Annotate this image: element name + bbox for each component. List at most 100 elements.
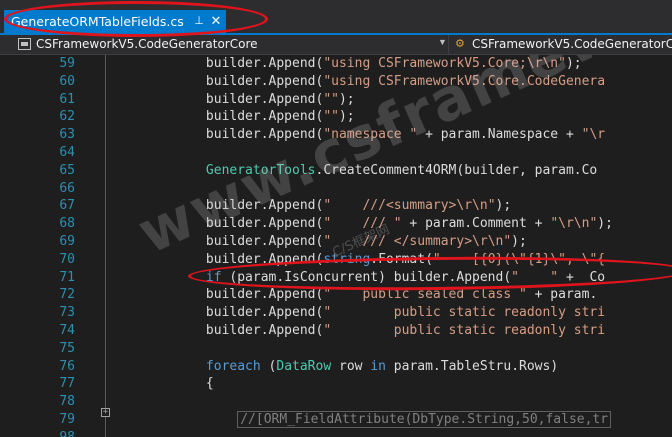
code-token: in bbox=[370, 358, 386, 374]
code-line[interactable]: foreach (DataRow row in param.TableStru.… bbox=[112, 358, 672, 376]
line-number: 73 bbox=[59, 305, 75, 321]
chevron-down-icon[interactable]: ▼ bbox=[438, 37, 447, 47]
code-token: "using CSFrameworkV5.Core.CodeGenera bbox=[323, 73, 606, 89]
line-number: 71 bbox=[59, 269, 75, 285]
code-token: "namespace " bbox=[323, 127, 418, 143]
line-number: 65 bbox=[59, 162, 75, 178]
code-line[interactable] bbox=[112, 340, 672, 358]
code-line[interactable] bbox=[112, 180, 672, 198]
code-token: " ///<summary>\r\n" bbox=[323, 198, 496, 214]
code-token: builder.Append( bbox=[112, 287, 324, 303]
project-dropdown[interactable]: CSFrameworkV5.CodeGeneratorCore ▼ bbox=[0, 35, 448, 54]
code-line[interactable]: if (param.IsConcurrent) builder.Append("… bbox=[112, 269, 672, 287]
line-number: 76 bbox=[59, 358, 75, 374]
class-icon: ⚙ bbox=[455, 38, 465, 50]
code-token: (param.IsConcurrent) builder.Append( bbox=[221, 269, 512, 285]
code-token: builder.Append( bbox=[112, 216, 324, 232]
line-number: 64 bbox=[59, 144, 75, 160]
csharp-project-icon bbox=[18, 38, 31, 50]
line-number: 75 bbox=[59, 340, 75, 356]
code-token: builder.Append( bbox=[112, 56, 324, 71]
code-token: "using CSFrameworkV5.Core;\r\n" bbox=[323, 56, 566, 71]
tab-generate-orm-table-fields[interactable]: GenerateORMTableFields.cs ⊥ ✕ bbox=[4, 10, 226, 33]
code-line[interactable]: GeneratorTools.CreateComment4ORM(builder… bbox=[112, 162, 672, 180]
close-icon[interactable]: ✕ bbox=[209, 13, 223, 29]
line-number: 68 bbox=[59, 216, 75, 232]
code-line[interactable]: builder.Append(" public static readonly … bbox=[112, 322, 672, 340]
code-token: { bbox=[112, 376, 214, 392]
code-token: GeneratorTools bbox=[112, 162, 316, 178]
code-token: if bbox=[112, 269, 222, 285]
code-line[interactable]: builder.Append(" ///<summary>\r\n"); bbox=[112, 197, 672, 215]
code-line[interactable]: builder.Append(" /// " + param.Comment +… bbox=[112, 215, 672, 233]
code-token: "\r\n" bbox=[550, 216, 598, 232]
code-token: builder.Append( bbox=[112, 305, 324, 321]
line-number: 77 bbox=[59, 376, 75, 392]
code-token: row bbox=[331, 358, 371, 374]
collapsed-region[interactable]: //[ORM_FieldAttribute(DbType.String,50,f… bbox=[237, 410, 612, 428]
tab-title: GenerateORMTableFields.cs bbox=[11, 14, 184, 29]
line-number: 63 bbox=[59, 127, 75, 143]
code-editor[interactable]: 59 60 61 62 63 64 65 66 67 68 69 70 71 72 73 74 75 76 77 78… bbox=[0, 55, 672, 437]
code-line[interactable] bbox=[112, 144, 672, 162]
code-line[interactable]: builder.Append(string.Format(" [{0}(\"{1… bbox=[112, 251, 672, 269]
document-tab-strip: GenerateORMTableFields.cs ⊥ ✕ bbox=[0, 0, 672, 33]
code-line[interactable]: { bbox=[112, 375, 672, 393]
line-number: 74 bbox=[59, 322, 75, 338]
code-line[interactable]: builder.Append(" public static readonly … bbox=[112, 304, 672, 322]
code-line[interactable]: builder.Append(""); bbox=[112, 108, 672, 126]
code-line[interactable]: builder.Append(" public sealed class " +… bbox=[112, 286, 672, 304]
code-line[interactable]: builder.Append("namespace " + param.Name… bbox=[112, 126, 672, 144]
code-token: " public static readonly stri bbox=[323, 305, 606, 321]
code-token: ); bbox=[338, 91, 355, 107]
code-token: ); bbox=[511, 233, 527, 249]
code-token: builder.Append( bbox=[112, 198, 324, 214]
line-number: 70 bbox=[59, 251, 75, 267]
code-token: .Format( bbox=[370, 251, 433, 267]
line-number: 79 bbox=[59, 411, 75, 427]
code-token: " public sealed class " bbox=[323, 287, 527, 303]
navigation-bar: CSFrameworkV5.CodeGeneratorCore ▼ ⚙ CSFr… bbox=[0, 35, 672, 55]
expand-outline-icon[interactable]: + bbox=[101, 408, 110, 417]
code-line[interactable]: //[ORM_FieldAttribute(DbType.String,50,f… bbox=[112, 410, 672, 429]
code-token: builder.Append( bbox=[112, 127, 324, 143]
code-line[interactable]: builder.Append("using CSFrameworkV5.Core… bbox=[112, 73, 672, 91]
code-line[interactable] bbox=[112, 429, 672, 437]
code-token: ); bbox=[565, 56, 582, 71]
code-token: " [{0}(\"{1}\", \"{ bbox=[432, 251, 606, 267]
code-token: ); bbox=[597, 216, 613, 232]
code-token: " /// " bbox=[323, 216, 402, 232]
line-number: 67 bbox=[59, 198, 75, 214]
code-token: builder.Append( bbox=[112, 251, 324, 267]
nav-separator bbox=[448, 35, 449, 54]
code-token: builder.Append( bbox=[112, 109, 324, 125]
line-number: 59 bbox=[59, 56, 75, 71]
line-number: 60 bbox=[59, 73, 75, 89]
line-number: 66 bbox=[59, 180, 75, 196]
code-token: + param.Comment + bbox=[401, 216, 551, 232]
code-line[interactable]: builder.Append(" /// </summary>\r\n"); bbox=[112, 233, 672, 251]
line-number: 72 bbox=[59, 287, 75, 303]
code-token: foreach bbox=[112, 358, 261, 374]
code-token: "" bbox=[323, 91, 339, 107]
code-token: ); bbox=[495, 198, 512, 214]
code-token: + param.Namespace + bbox=[417, 127, 582, 143]
line-number-gutter: 59 60 61 62 63 64 65 66 67 68 69 70 71 72 73 74 75 76 77 78… bbox=[20, 55, 75, 437]
code-token: ); bbox=[338, 109, 355, 125]
pin-icon[interactable]: ⊥ bbox=[192, 13, 206, 29]
code-line[interactable]: builder.Append(""); bbox=[112, 91, 672, 109]
line-number: 78 bbox=[59, 394, 75, 410]
line-number: 69 bbox=[59, 233, 75, 249]
code-token: + _Co bbox=[558, 269, 606, 285]
code-token: builder.Append( bbox=[112, 73, 324, 89]
line-number: 98 bbox=[20, 429, 75, 437]
code-token: builder.Append( bbox=[112, 233, 324, 249]
code-line[interactable] bbox=[112, 393, 672, 411]
type-dropdown-label[interactable]: CSFrameworkV5.CodeGeneratorCo bbox=[472, 37, 672, 51]
code-token: string bbox=[323, 251, 371, 267]
code-text-area[interactable]: builder.Append("using CSFrameworkV5.Core… bbox=[112, 55, 672, 437]
line-number: 61 bbox=[59, 91, 75, 107]
code-token: builder.Append( bbox=[112, 322, 324, 338]
code-line[interactable]: builder.Append("using CSFrameworkV5.Core… bbox=[112, 55, 672, 73]
